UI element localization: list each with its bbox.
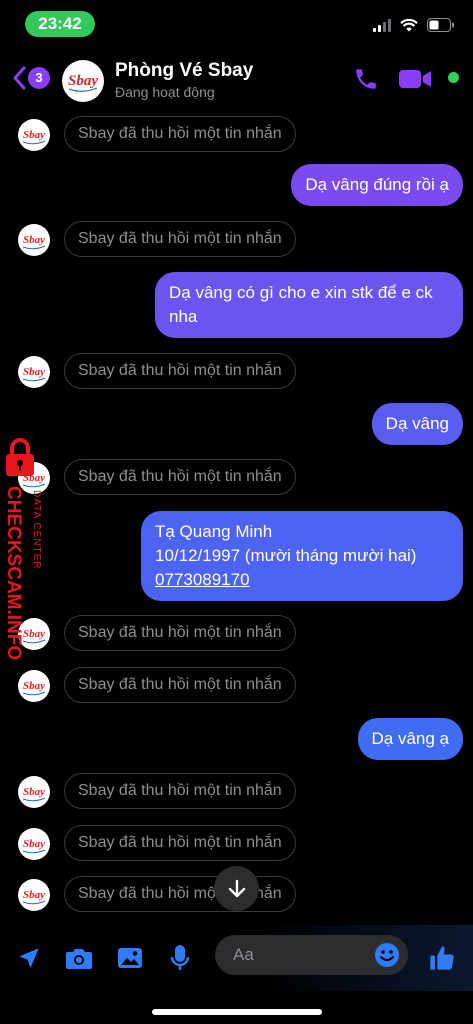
chat-header: 3 Sbay Phòng Vé Sbay Đang hoạt động xyxy=(0,48,473,108)
svg-text:Sbay: Sbay xyxy=(23,234,45,246)
avatar[interactable]: Sbay xyxy=(18,356,50,388)
watermark-text: CHECKSCAM.INFO xyxy=(3,486,24,661)
gallery-button[interactable] xyxy=(115,943,145,973)
online-indicator xyxy=(448,72,459,83)
svg-text:Sbay: Sbay xyxy=(23,889,45,901)
sbay-logo-icon: Sbay xyxy=(18,776,50,808)
back-button[interactable]: 3 xyxy=(12,66,50,90)
signal-icon xyxy=(373,18,391,32)
svg-text:Sbay: Sbay xyxy=(23,366,45,378)
navigation-arrow-icon xyxy=(19,948,39,968)
scroll-to-bottom-button[interactable] xyxy=(214,866,259,911)
watermark-subtext: DATA CENTER xyxy=(31,490,42,570)
outgoing-message[interactable]: Dạ vâng ạ xyxy=(357,718,463,760)
contact-name[interactable]: Phòng Vé Sbay xyxy=(115,60,253,82)
svg-text:Sbay: Sbay xyxy=(23,129,45,141)
message-line: 10/12/1997 (mười tháng mười hai) xyxy=(155,546,417,565)
sbay-logo-icon: Sbay xyxy=(18,356,50,388)
recalled-message[interactable]: Sbay đã thu hồi một tin nhắn xyxy=(64,615,296,651)
phone-number-link[interactable]: 0773089170 xyxy=(155,568,449,592)
recalled-message[interactable]: Sbay đã thu hồi một tin nhắn xyxy=(64,667,296,703)
message-composer: Aa xyxy=(0,925,473,991)
microphone-icon xyxy=(170,945,190,970)
lock-icon xyxy=(6,438,34,476)
sbay-logo-icon: Sbay xyxy=(18,224,50,256)
recalled-message[interactable]: Sbay đã thu hồi một tin nhắn xyxy=(64,221,296,257)
camera-button[interactable] xyxy=(64,943,94,973)
avatar[interactable]: Sbay xyxy=(18,879,50,911)
svg-text:Sbay: Sbay xyxy=(23,838,45,850)
sbay-logo-icon: Sbay xyxy=(18,828,50,860)
battery-icon xyxy=(427,18,454,32)
wifi-icon xyxy=(400,18,418,31)
message-input[interactable]: Aa xyxy=(215,935,408,975)
sbay-logo-icon: Sbay xyxy=(18,119,50,151)
recalled-message[interactable]: Sbay đã thu hồi một tin nhắn xyxy=(64,459,296,495)
recalled-message[interactable]: Sbay đã thu hồi một tin nhắn xyxy=(64,825,296,861)
sbay-logo-icon: Sbay xyxy=(18,670,50,702)
avatar[interactable]: Sbay xyxy=(18,224,50,256)
outgoing-message[interactable]: Dạ vâng xyxy=(371,403,463,445)
outgoing-message[interactable]: Tạ Quang Minh 10/12/1997 (mười tháng mườ… xyxy=(141,511,463,601)
recalled-message[interactable]: Sbay đã thu hồi một tin nhắn xyxy=(64,773,296,809)
avatar[interactable]: Sbay xyxy=(18,776,50,808)
avatar[interactable]: Sbay xyxy=(18,828,50,860)
outgoing-message[interactable]: Dạ vâng có gì cho e xin stk để e ck nha xyxy=(155,272,463,338)
recalled-message[interactable]: Sbay đã thu hồi một tin nhắn xyxy=(64,876,296,912)
video-call-icon[interactable] xyxy=(399,68,433,90)
avatar[interactable]: Sbay xyxy=(18,119,50,151)
chevron-left-icon xyxy=(13,66,26,90)
status-icons xyxy=(373,16,455,34)
status-bar: 23:42 xyxy=(0,0,473,48)
image-icon xyxy=(118,948,142,968)
sbay-logo-icon: Sbay xyxy=(62,60,104,102)
like-button[interactable] xyxy=(427,943,457,973)
message-input-placeholder: Aa xyxy=(233,945,254,964)
svg-text:Sbay: Sbay xyxy=(23,786,45,798)
message-line: Tạ Quang Minh xyxy=(155,522,273,541)
header-actions xyxy=(353,66,459,92)
voice-button[interactable] xyxy=(165,943,195,973)
avatar[interactable]: Sbay xyxy=(18,670,50,702)
camera-icon xyxy=(66,949,92,969)
svg-text:Sbay: Sbay xyxy=(23,680,45,692)
arrow-down-icon xyxy=(228,879,245,897)
svg-text:Sbay: Sbay xyxy=(68,73,98,89)
recalled-message[interactable]: Sbay đã thu hồi một tin nhắn xyxy=(64,116,296,152)
watermark: CHECKSCAM.INFO DATA CENTER xyxy=(0,438,48,668)
contact-status: Đang hoạt động xyxy=(115,84,215,100)
recalled-message[interactable]: Sbay đã thu hồi một tin nhắn xyxy=(64,353,296,389)
thumbs-up-icon xyxy=(430,946,454,970)
outgoing-message[interactable]: Dạ vâng đúng rồi ạ xyxy=(291,164,463,206)
location-button[interactable] xyxy=(14,943,44,973)
avatar[interactable]: Sbay xyxy=(62,60,104,102)
home-indicator xyxy=(152,1009,322,1015)
phone-call-icon[interactable] xyxy=(353,66,379,92)
sbay-logo-icon: Sbay xyxy=(18,879,50,911)
unread-badge: 3 xyxy=(28,67,50,89)
status-time: 23:42 xyxy=(25,11,95,37)
emoji-icon[interactable] xyxy=(374,942,400,968)
